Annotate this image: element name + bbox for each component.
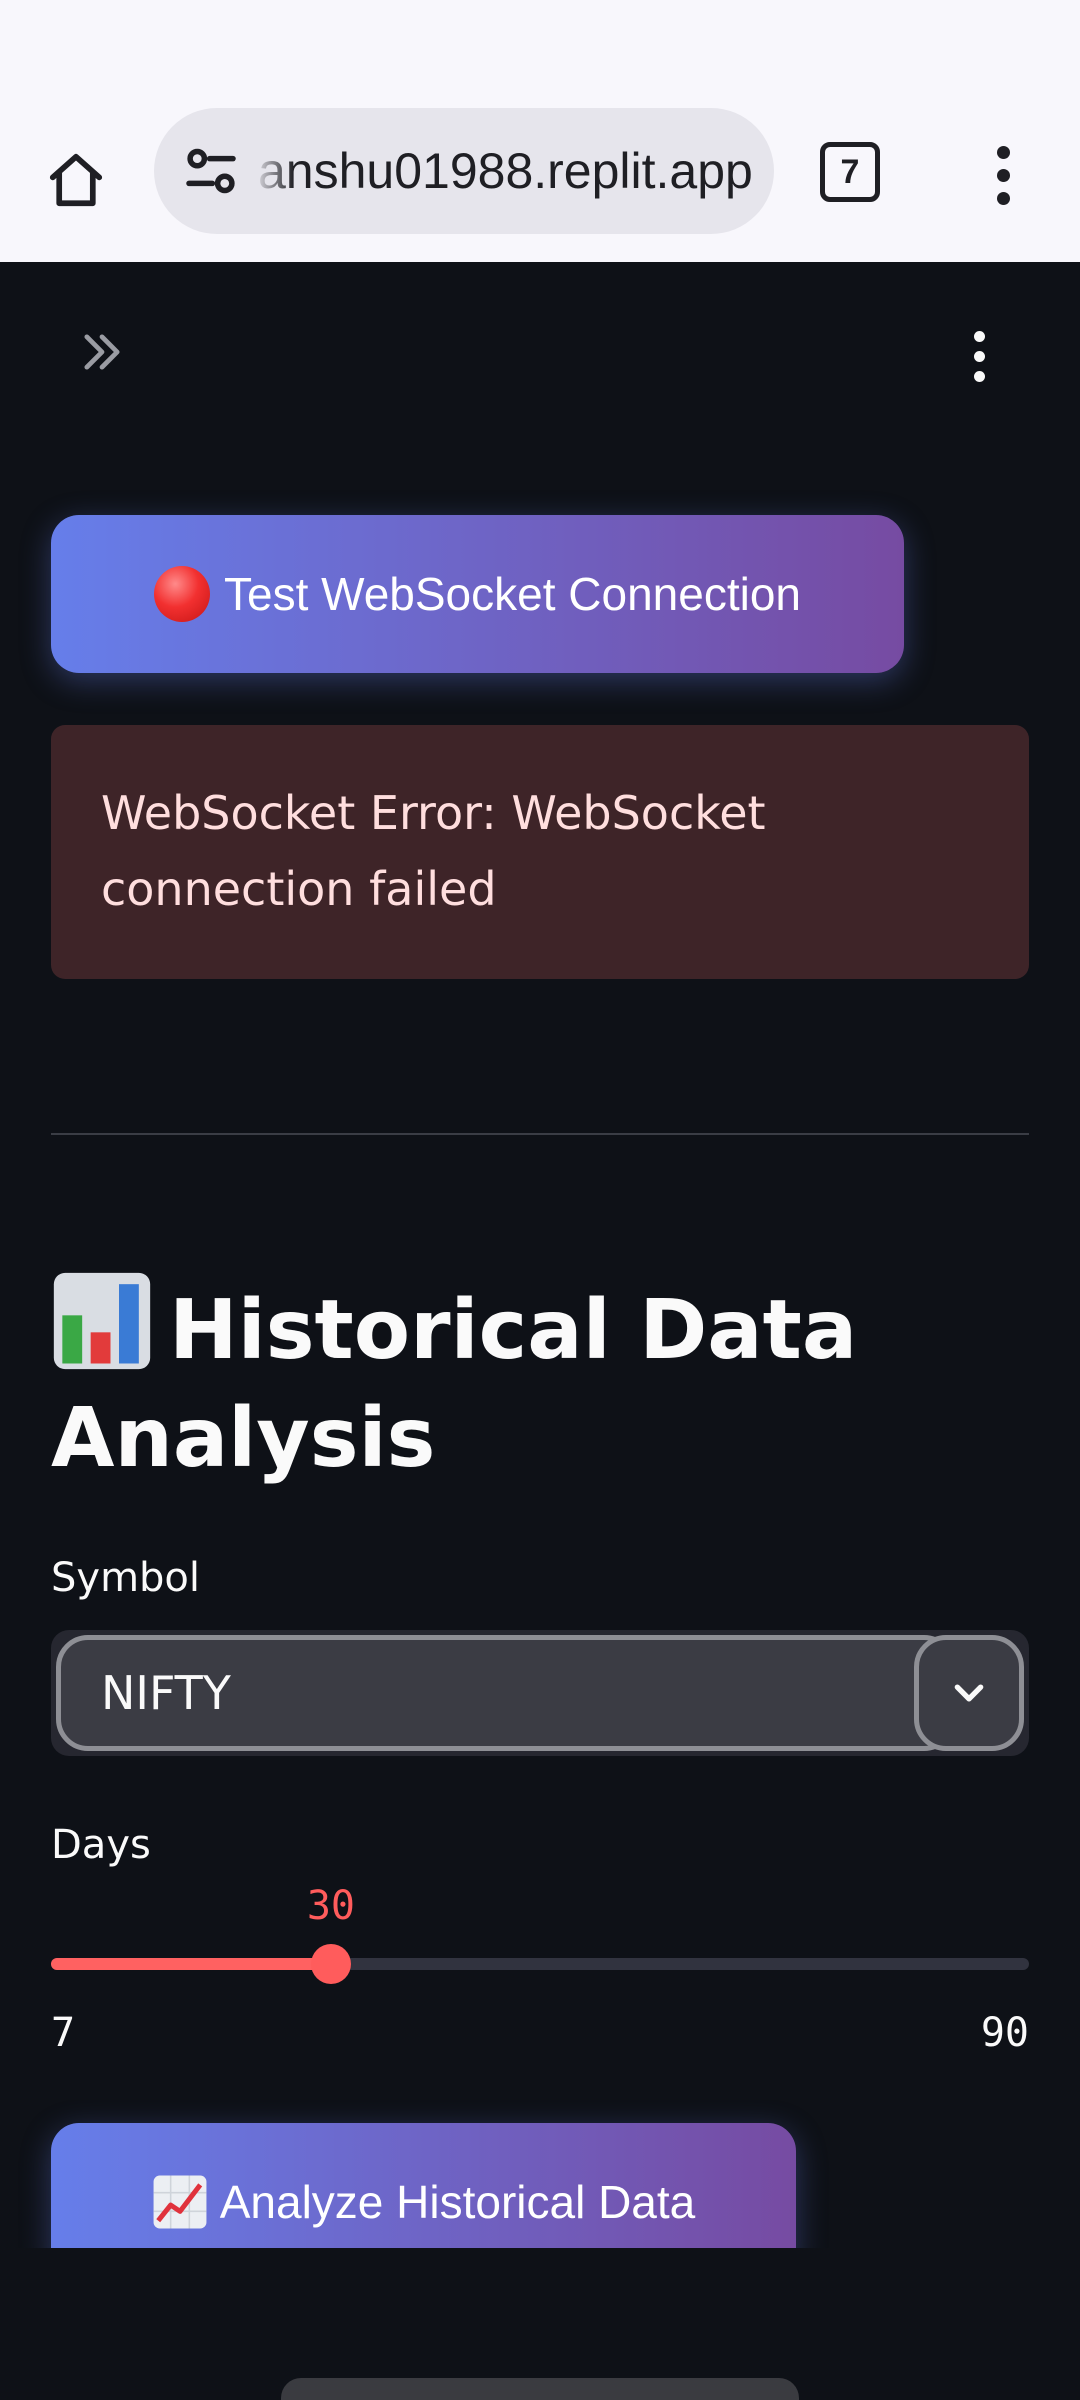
sidebar-toggle-button[interactable]	[70, 320, 134, 384]
url-text: anshu01988.replit.app	[258, 143, 753, 199]
home-icon	[49, 153, 103, 207]
chart-increasing-icon	[153, 2175, 207, 2229]
analyze-button-label: Analyze Historical Data	[219, 2176, 696, 2228]
symbol-label: Symbol	[51, 1555, 201, 1601]
test-websocket-button[interactable]: Test WebSocket Connection	[51, 515, 904, 673]
red-circle-icon	[153, 566, 210, 622]
days-label: Days	[51, 1822, 151, 1868]
browser-toolbar: anshu01988.replit.app 7	[0, 90, 1080, 262]
browser-more-vert-icon[interactable]	[978, 130, 1028, 220]
days-slider-min: 7	[51, 2010, 76, 2056]
analyze-historical-data-button[interactable]: Analyze Historical Data	[51, 2123, 796, 2248]
divider	[51, 1133, 1029, 1135]
test-websocket-label: Test WebSocket Connection	[223, 568, 802, 620]
symbol-dropdown-button[interactable]	[914, 1635, 1024, 1751]
tune-icon[interactable]	[178, 138, 244, 204]
analyze-button-viewport: Analyze Historical Data	[0, 2100, 1080, 2248]
status-bar	[0, 0, 1080, 90]
section-title: Historical Data Analysis	[51, 1270, 1029, 1493]
tab-switcher-button[interactable]: 7	[820, 142, 880, 202]
app-more-vert-icon[interactable]	[954, 320, 1004, 392]
error-message: WebSocket Error: WebSocket connection fa…	[101, 786, 766, 916]
days-slider-thumb[interactable]	[310, 1944, 351, 1984]
symbol-value-text: NIFTY	[101, 1666, 231, 1720]
home-button[interactable]	[36, 140, 116, 220]
double-chevron-right-icon	[84, 334, 120, 370]
symbol-select[interactable]: NIFTY	[51, 1630, 1029, 1756]
chevron-down-icon	[954, 1684, 984, 1702]
bottom-sheet-handle	[281, 2378, 799, 2400]
url-fade	[254, 108, 294, 234]
days-slider-value: 30	[306, 1883, 355, 1929]
address-bar[interactable]: anshu01988.replit.app	[154, 108, 774, 234]
symbol-select-value[interactable]: NIFTY	[56, 1635, 956, 1751]
days-slider-max: 90	[980, 2010, 1029, 2056]
section-title-text: Historical Data Analysis	[51, 1283, 858, 1486]
days-slider-track[interactable]	[51, 1958, 1029, 1970]
bar-chart-icon	[53, 1272, 151, 1370]
days-slider-fill	[51, 1958, 331, 1970]
error-alert: WebSocket Error: WebSocket connection fa…	[51, 725, 1029, 979]
